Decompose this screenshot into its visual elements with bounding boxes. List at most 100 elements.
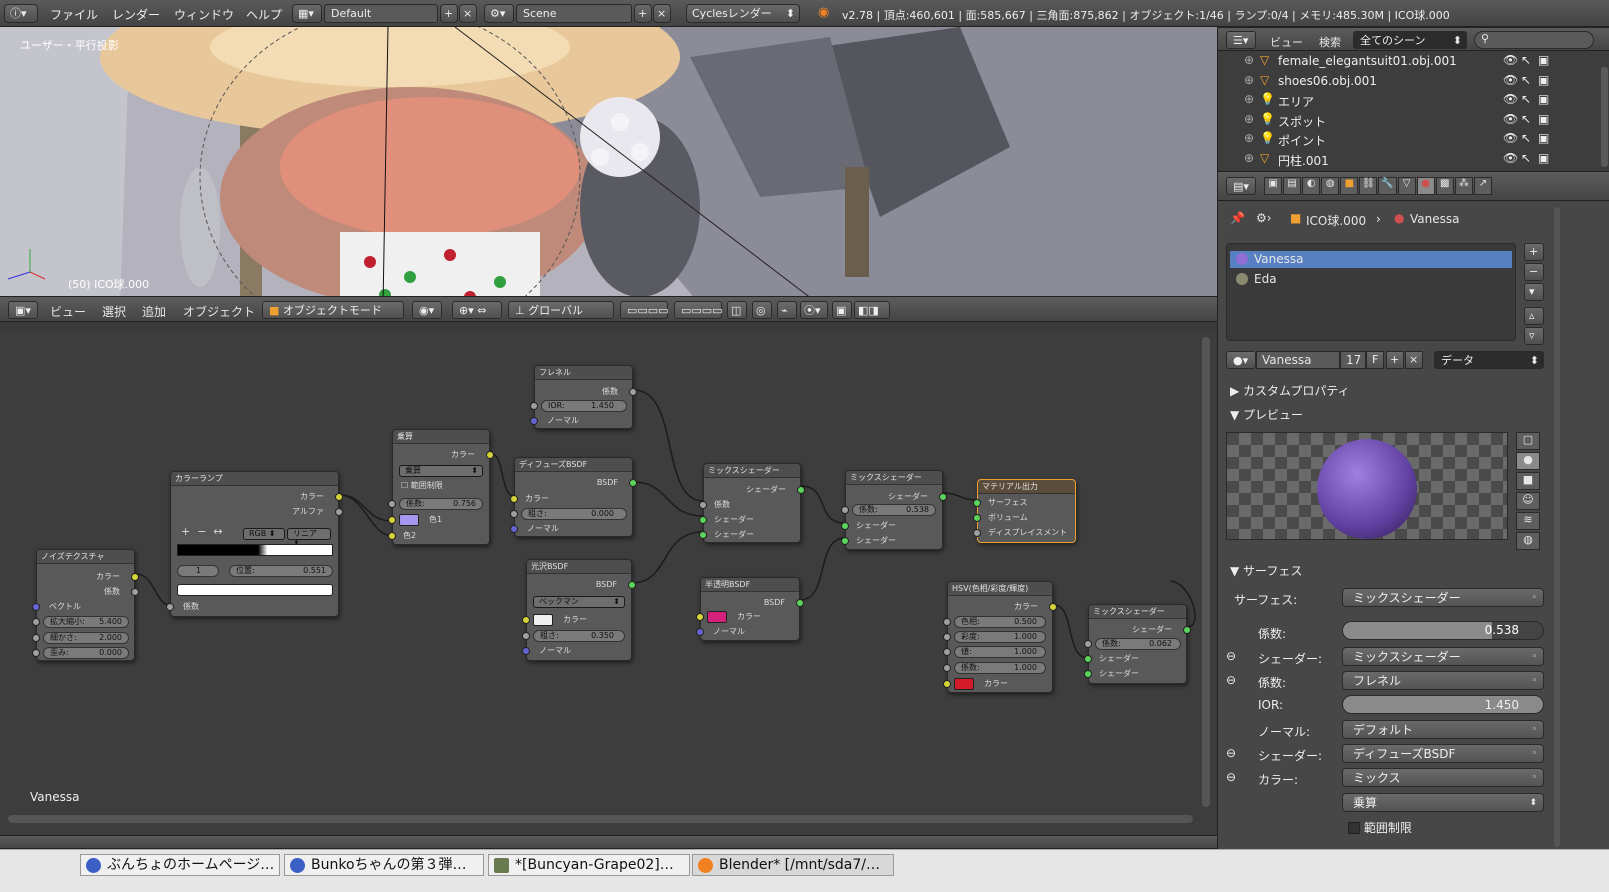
clamp-checkbox[interactable]: 範囲制限 — [1348, 819, 1412, 836]
visibility-eye-icon[interactable]: 👁 — [1503, 73, 1518, 87]
close-scene-icon[interactable]: × — [653, 4, 671, 23]
hue-field[interactable]: 色相: 0.500 — [954, 616, 1046, 628]
lock-camera-icon[interactable]: ◫ — [727, 301, 747, 319]
custom-properties-panel[interactable]: ▶ カスタムプロパティ — [1230, 382, 1350, 399]
snap-icon[interactable]: ⌁ — [777, 301, 797, 319]
socket[interactable] — [973, 529, 981, 537]
scene-field[interactable]: Scene — [516, 4, 632, 23]
socket[interactable] — [699, 516, 707, 524]
preview-world-icon[interactable]: ◍ — [1516, 532, 1540, 550]
texture-tab-icon[interactable]: ▩ — [1435, 177, 1454, 195]
socket[interactable] — [388, 532, 396, 540]
socket[interactable] — [841, 506, 849, 514]
outliner-scrollbar[interactable] — [1601, 67, 1608, 167]
render-camera-icon[interactable]: ▣ — [1538, 131, 1549, 145]
node-fresnel[interactable]: フレネル 係数 IOR: 1.450 ノーマル — [530, 365, 637, 429]
socket[interactable] — [131, 573, 139, 581]
socket[interactable] — [699, 531, 707, 539]
scale-field[interactable]: 拡大縮小: 5.400 — [43, 616, 129, 628]
mix2-fac-field[interactable]: 係数: 0.538 — [852, 504, 936, 516]
socket[interactable] — [335, 493, 343, 501]
layout-icon[interactable]: ▦▾ — [292, 4, 322, 23]
ramp-gradient[interactable] — [177, 544, 333, 556]
scene-tab-icon[interactable]: ◐ — [1302, 177, 1321, 195]
node-mix-shader-3[interactable]: ミックスシェーダー シェーダー 係数: 0.062 シェーダー シェーダー — [1084, 604, 1191, 684]
saturation-field[interactable]: 彩度: 1.000 — [954, 631, 1046, 643]
expand-icon[interactable]: ⊕ — [1244, 151, 1254, 165]
outliner-filter-select[interactable]: 全てのシーン ⬍ — [1353, 31, 1467, 49]
surface-row-field[interactable]: 1.450 — [1342, 695, 1544, 714]
node-noise-texture[interactable]: ノイズテクスチャ カラー 係数 ベクトル 拡大縮小: 5.400 細かさ: 2.00… — [32, 549, 139, 661]
preview-type-buttons[interactable]: ▢ ● ■ ☺ ≋ ◍ — [1516, 432, 1540, 552]
task-blender[interactable]: Blender* [/mnt/sda7/… — [692, 854, 894, 876]
visibility-eye-icon[interactable]: 👁 — [1503, 112, 1518, 126]
socket[interactable] — [388, 516, 396, 524]
properties-editor[interactable]: ▤▾ ▣ ▤ ◐ ◍ ■ ⛓ 🔧 ▽ ● ▩ ⁂ ↗ 📌 ⚙› ■ ICO球.0… — [1217, 171, 1609, 849]
preview-monkey-icon[interactable]: ☺ — [1516, 492, 1540, 510]
node-glossy-bsdf[interactable]: 光沢BSDF BSDF ベックマン ⬍ カラー 粗さ: 0.350 ノーマル — [522, 559, 636, 661]
socket[interactable] — [32, 618, 40, 626]
world-tab-icon[interactable]: ◍ — [1321, 177, 1340, 195]
socket[interactable] — [131, 588, 139, 596]
preview-sphere-icon[interactable]: ● — [1516, 452, 1540, 470]
translucent-color-swatch[interactable] — [707, 611, 727, 623]
add-slot-button[interactable]: + — [1524, 243, 1544, 261]
mode-select[interactable]: ■ オブジェクトモード — [262, 301, 404, 319]
surface-row-field[interactable]: ディフューズBSDF ◦ — [1342, 744, 1544, 763]
node-mix-shader-1[interactable]: ミックスシェーダー シェーダー 係数 シェーダー シェーダー — [699, 463, 805, 543]
menu-window[interactable]: ウィンドウ — [174, 6, 234, 23]
add-layout-icon[interactable]: + — [440, 4, 458, 23]
pivot-select[interactable]: ⊕▾ ⇔ — [452, 301, 502, 319]
socket[interactable] — [939, 493, 947, 501]
render-camera-icon[interactable]: ▣ — [1538, 73, 1549, 87]
socket[interactable] — [841, 537, 849, 545]
pin-icon[interactable]: 📌 — [1230, 211, 1245, 225]
slot-item-vanessa[interactable]: Vanessa — [1230, 251, 1512, 268]
outliner-menu-search[interactable]: 検索 — [1319, 34, 1341, 50]
socket[interactable] — [1049, 603, 1057, 611]
task-image-editor[interactable]: *[Buncyan-Grape02]… — [488, 854, 690, 876]
remove-slot-button[interactable]: − — [1524, 263, 1544, 281]
visibility-eye-icon[interactable]: 👁 — [1503, 131, 1518, 145]
selectable-cursor-icon[interactable]: ↖ — [1521, 151, 1531, 165]
context-tabs[interactable]: ▣ ▤ ◐ ◍ ■ ⛓ 🔧 ▽ ● ▩ ⁂ ↗ — [1264, 177, 1492, 195]
socket[interactable] — [1084, 655, 1092, 663]
slot-item-eda[interactable]: Eda — [1230, 271, 1512, 288]
node-editor[interactable]: ノイズテクスチャ カラー 係数 ベクトル 拡大縮小: 5.400 細かさ: 2.00… — [0, 331, 1249, 849]
move-down-button[interactable]: ▿ — [1524, 327, 1544, 345]
socket[interactable] — [973, 499, 981, 507]
surface-row-field[interactable]: フレネル ◦ — [1342, 671, 1544, 690]
expand-icon[interactable]: ⊕ — [1244, 73, 1254, 87]
close-layout-icon[interactable]: × — [459, 4, 477, 23]
socket[interactable] — [510, 525, 518, 533]
surface-panel[interactable]: ▼ サーフェス — [1230, 562, 1302, 579]
node-mix-shader-2[interactable]: ミックスシェーダー シェーダー 係数: 0.538 シェーダー シェーダー — [841, 470, 947, 550]
socket[interactable] — [841, 522, 849, 530]
socket[interactable] — [629, 479, 637, 487]
factor-slider[interactable]: 0.538 — [1342, 621, 1544, 640]
roughness-field[interactable]: 粗さ: 0.350 — [533, 630, 625, 642]
socket[interactable] — [522, 632, 530, 640]
link-select[interactable]: データ ⬍ — [1434, 351, 1544, 369]
render-camera-icon[interactable]: ▣ — [1538, 112, 1549, 126]
outliner-item[interactable]: ⊕ ▽ shoes06.obj.001 👁 ↖ ▣ — [1218, 71, 1609, 90]
socket[interactable] — [943, 680, 951, 688]
socket[interactable] — [628, 581, 636, 589]
preview-flat-icon[interactable]: ▢ — [1516, 432, 1540, 450]
socket[interactable] — [486, 451, 494, 459]
node-color-ramp[interactable]: カラーランプ カラー アルファ + − ↔ RGB ⬍ リニア ⬍ 1 位置:0… — [166, 471, 343, 617]
socket[interactable] — [943, 648, 951, 656]
physics-tab-icon[interactable]: ↗ — [1473, 177, 1492, 195]
socket[interactable] — [699, 501, 707, 509]
visibility-eye-icon[interactable]: 👁 — [1503, 151, 1518, 165]
socket[interactable] — [1084, 640, 1092, 648]
orientation-select[interactable]: ⊥ グローバル — [508, 301, 614, 319]
socket[interactable] — [696, 628, 704, 636]
node-material-output[interactable]: マテリアル出力 サーフェス ボリューム ディスプレイスメント — [973, 479, 1076, 543]
socket[interactable] — [943, 618, 951, 626]
clamp-checkbox[interactable]: ☐ 範囲制限 — [401, 481, 443, 491]
socket[interactable] — [32, 634, 40, 642]
outliner-menu-view[interactable]: ビュー — [1270, 34, 1303, 50]
3d-viewport[interactable]: ユーザー・平行投影 (50) ICO球.000 — [0, 27, 1249, 305]
surface-row-field[interactable]: ミックスシェーダー ◦ — [1342, 588, 1544, 607]
